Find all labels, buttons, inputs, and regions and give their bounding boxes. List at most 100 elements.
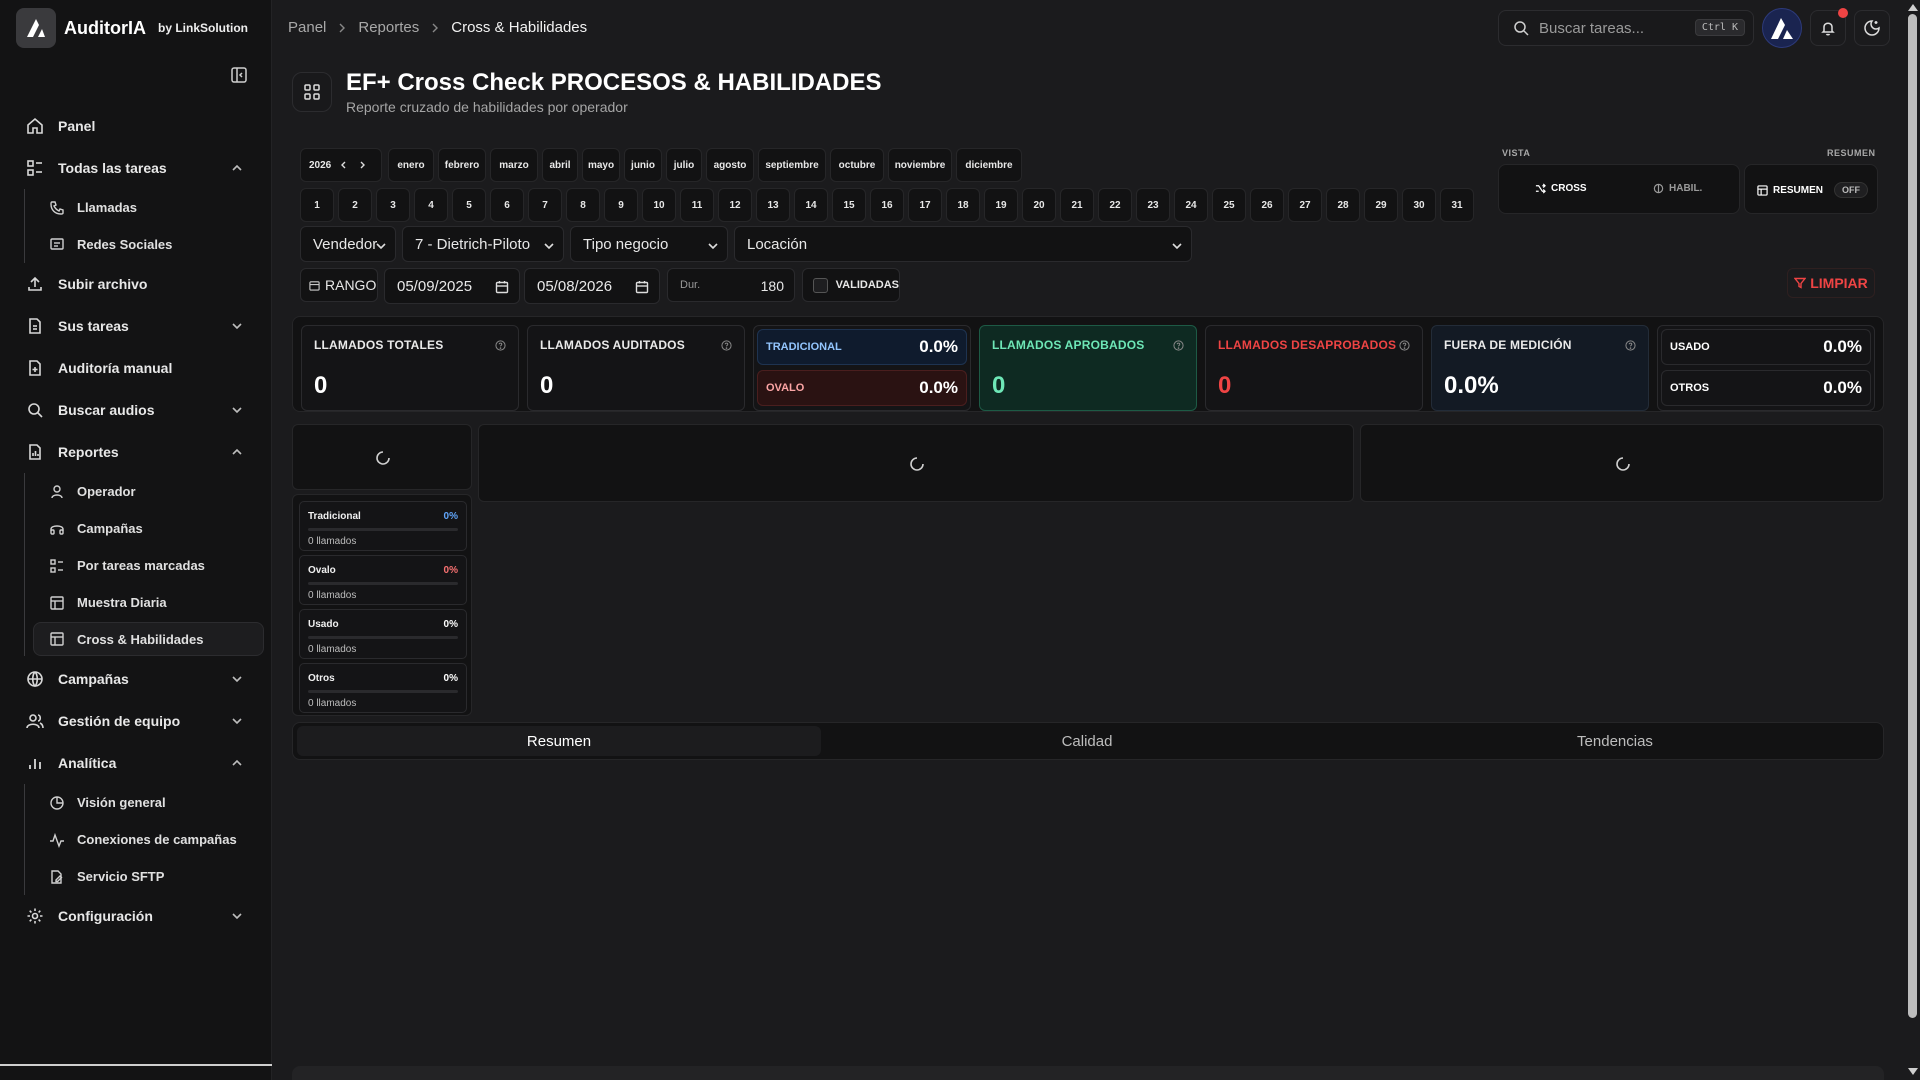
sidebar-item-conexiones[interactable]: Conexiones de campañas (25, 821, 264, 858)
avatar[interactable] (1762, 8, 1802, 48)
day-chip[interactable]: 18 (946, 188, 980, 222)
help-icon[interactable] (495, 340, 506, 351)
sidebar-item-reportes[interactable]: Reportes (0, 431, 272, 473)
search-input[interactable]: Buscar tareas... Ctrl K (1498, 10, 1754, 46)
help-icon[interactable] (1399, 340, 1410, 351)
month-chip[interactable]: julio (666, 148, 702, 182)
sidebar-item-auditoria[interactable]: Auditoría manual (0, 347, 272, 389)
day-chip[interactable]: 14 (794, 188, 828, 222)
month-chip[interactable]: junio (624, 148, 662, 182)
day-chip[interactable]: 25 (1212, 188, 1246, 222)
chevron-down-icon[interactable] (230, 403, 244, 417)
chevron-down-icon[interactable] (230, 672, 244, 686)
breadcrumb-reportes[interactable]: Reportes (358, 19, 419, 36)
breadcrumb-panel[interactable]: Panel (288, 19, 326, 36)
resumen-toggle[interactable]: RESUMEN OFF (1744, 164, 1878, 214)
sidebar-item-vision[interactable]: Visión general (25, 784, 264, 821)
sidebar-item-gestion[interactable]: Gestión de equipo (0, 700, 272, 742)
tab-calidad[interactable]: Calidad (825, 726, 1349, 756)
date-to-input[interactable]: 05/08/2026 (524, 268, 660, 304)
sidebar-item-buscar-audios[interactable]: Buscar audios (0, 389, 272, 431)
day-chip[interactable]: 4 (414, 188, 448, 222)
chevron-left-icon[interactable] (339, 160, 349, 170)
day-chip[interactable]: 2 (338, 188, 372, 222)
help-icon[interactable] (1625, 340, 1636, 351)
vendedor-select[interactable]: Vendedor (300, 226, 396, 262)
month-chip[interactable]: agosto (706, 148, 754, 182)
sidebar-item-sftp[interactable]: Servicio SFTP (25, 858, 264, 895)
sidebar-item-redes[interactable]: Redes Sociales (25, 226, 264, 263)
day-chip[interactable]: 21 (1060, 188, 1094, 222)
duration-input[interactable]: Dur. 180 (667, 268, 795, 302)
brand[interactable]: AuditorIA by LinkSolution (16, 8, 248, 48)
tipo-negocio-select[interactable]: Tipo negocio (570, 226, 728, 262)
day-chip[interactable]: 7 (528, 188, 562, 222)
month-chip[interactable]: enero (388, 148, 434, 182)
month-chip[interactable]: marzo (490, 148, 538, 182)
sidebar-item-cross[interactable]: Cross & Habilidades (33, 622, 264, 656)
sidebar-item-operador[interactable]: Operador (25, 473, 264, 510)
scroll-up-arrow[interactable] (1908, 4, 1918, 11)
notifications-button[interactable] (1810, 8, 1848, 46)
day-chip[interactable]: 19 (984, 188, 1018, 222)
chevron-up-icon[interactable] (230, 161, 244, 175)
day-chip[interactable]: 31 (1440, 188, 1474, 222)
day-chip[interactable]: 28 (1326, 188, 1360, 222)
sidebar-item-campanas-reporte[interactable]: Campañas (25, 510, 264, 547)
chevron-right-icon[interactable] (357, 160, 367, 170)
month-chip[interactable]: mayo (582, 148, 620, 182)
sidebar-item-muestra[interactable]: Muestra Diaria (25, 584, 264, 621)
day-chip[interactable]: 30 (1402, 188, 1436, 222)
sidebar-item-campanas[interactable]: Campañas (0, 658, 272, 700)
sidebar-item-sus-tareas[interactable]: Sus tareas (0, 305, 272, 347)
sidebar-item-panel[interactable]: Panel (0, 105, 272, 147)
month-chip[interactable]: abril (542, 148, 578, 182)
limpiar-button[interactable]: LIMPIAR (1787, 268, 1875, 298)
day-chip[interactable]: 10 (642, 188, 676, 222)
day-chip[interactable]: 27 (1288, 188, 1322, 222)
validadas-toggle[interactable]: VALIDADAS (802, 268, 900, 302)
date-from-input[interactable]: 05/09/2025 (384, 268, 520, 304)
sidebar-item-analitica[interactable]: Analítica (0, 742, 272, 784)
day-chip[interactable]: 13 (756, 188, 790, 222)
day-chip[interactable]: 16 (870, 188, 904, 222)
day-chip[interactable]: 8 (566, 188, 600, 222)
chevron-up-icon[interactable] (230, 756, 244, 770)
vista-habil-button[interactable]: HABIL. (1653, 183, 1702, 194)
sidebar-collapse-icon[interactable] (230, 66, 250, 86)
day-chip[interactable]: 11 (680, 188, 714, 222)
sidebar-item-llamadas[interactable]: Llamadas (25, 189, 264, 226)
day-chip[interactable]: 24 (1174, 188, 1208, 222)
day-chip[interactable]: 5 (452, 188, 486, 222)
scroll-thumb[interactable] (1908, 14, 1917, 1018)
day-chip[interactable]: 15 (832, 188, 866, 222)
theme-toggle-button[interactable] (1854, 10, 1890, 46)
chevron-up-icon[interactable] (230, 445, 244, 459)
month-chip[interactable]: noviembre (888, 148, 952, 182)
day-chip[interactable]: 22 (1098, 188, 1132, 222)
vista-cross-button[interactable]: CROSS (1535, 183, 1587, 194)
chevron-down-icon[interactable] (230, 319, 244, 333)
tab-resumen[interactable]: Resumen (297, 726, 821, 756)
scrollbar[interactable] (1904, 0, 1920, 1080)
day-chip[interactable]: 20 (1022, 188, 1056, 222)
rango-button[interactable]: RANGO (300, 268, 378, 302)
day-chip[interactable]: 17 (908, 188, 942, 222)
day-chip[interactable]: 6 (490, 188, 524, 222)
chevron-down-icon[interactable] (230, 909, 244, 923)
tab-tendencias[interactable]: Tendencias (1353, 726, 1877, 756)
help-icon[interactable] (1173, 340, 1184, 351)
day-chip[interactable]: 29 (1364, 188, 1398, 222)
month-chip[interactable]: septiembre (758, 148, 826, 182)
sidebar-item-todas-tareas[interactable]: Todas las tareas (0, 147, 272, 189)
sidebar-item-subir[interactable]: Subir archivo (0, 263, 272, 305)
day-chip[interactable]: 12 (718, 188, 752, 222)
scroll-down-arrow[interactable] (1908, 1068, 1918, 1075)
month-chip[interactable]: diciembre (956, 148, 1022, 182)
sidebar-item-config[interactable]: Configuración (0, 895, 272, 937)
locacion-select[interactable]: Locación (734, 226, 1192, 262)
day-chip[interactable]: 23 (1136, 188, 1170, 222)
day-chip[interactable]: 1 (300, 188, 334, 222)
month-chip[interactable]: octubre (830, 148, 884, 182)
team-select[interactable]: 7 - Dietrich-Piloto (402, 226, 564, 262)
